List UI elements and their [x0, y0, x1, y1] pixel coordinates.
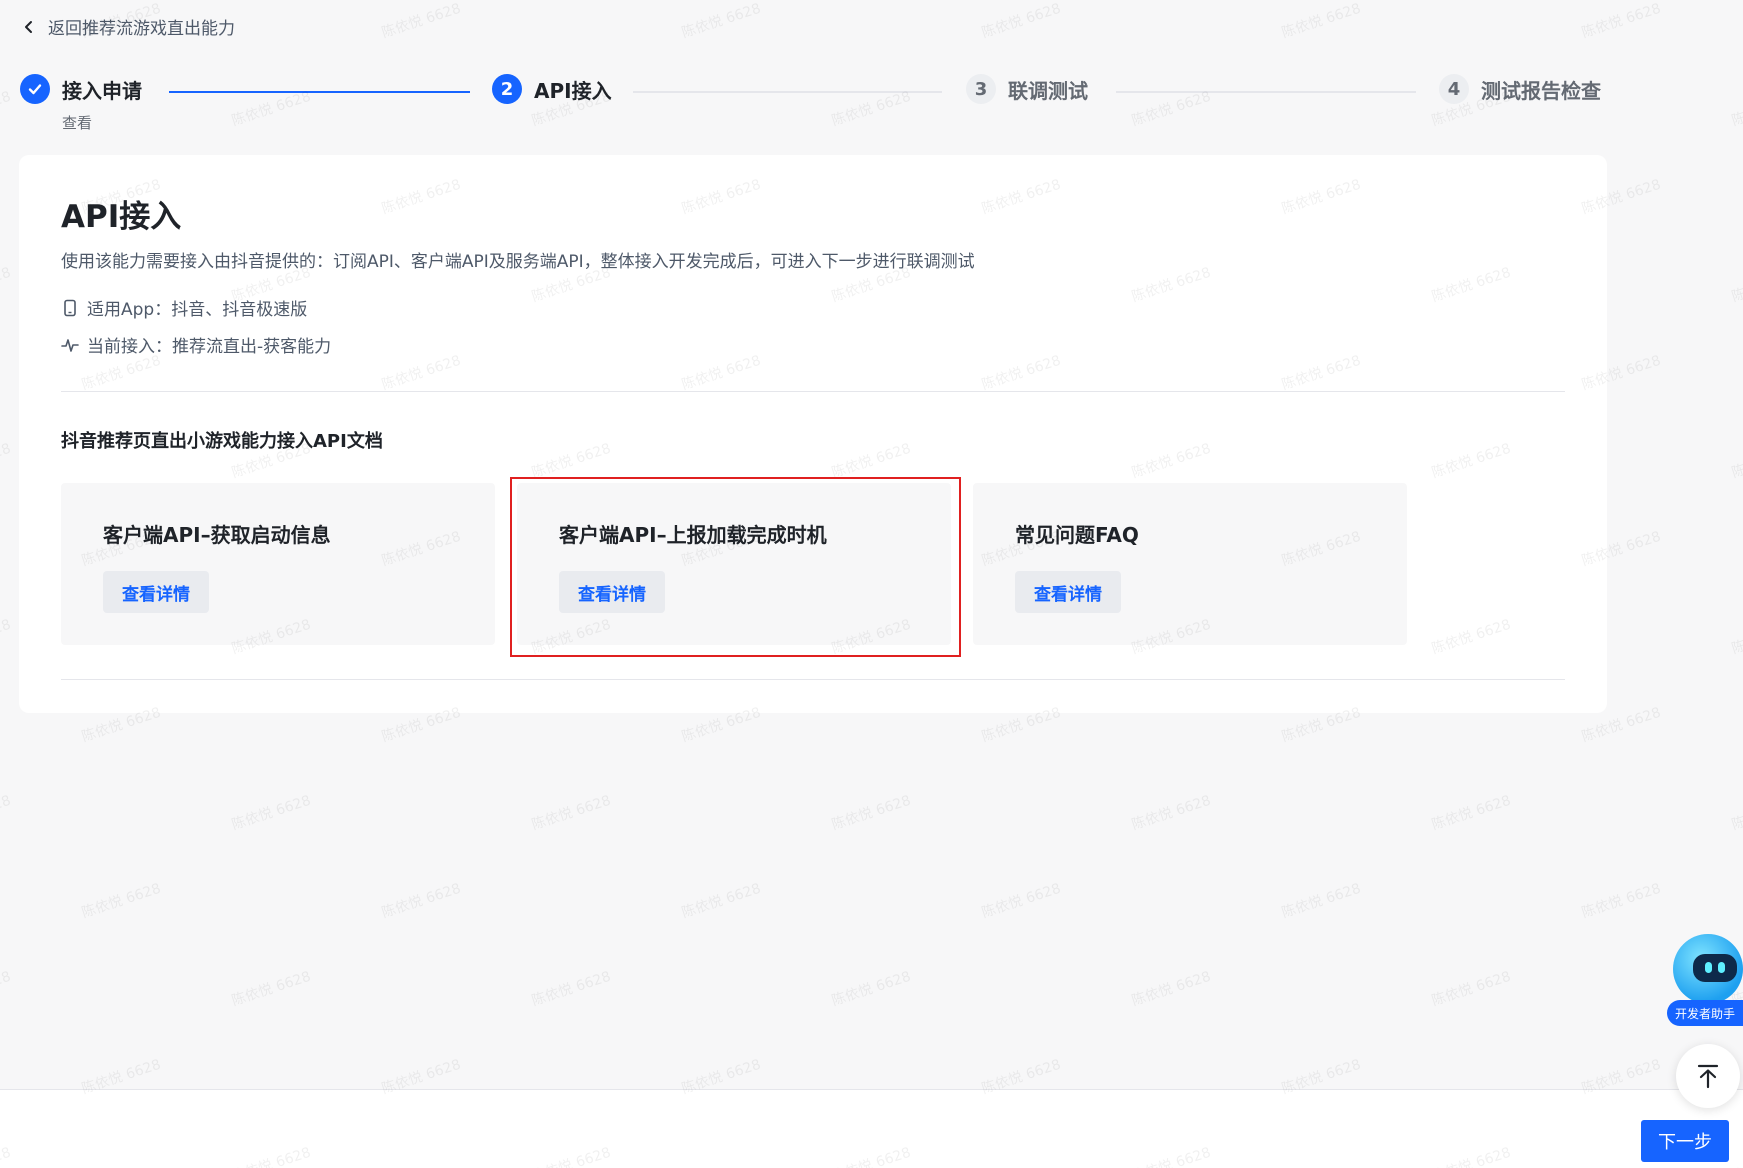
watermark-text: 陈依悦 6628: [979, 880, 1063, 922]
step-api[interactable]: 2 API接入: [492, 74, 612, 104]
developer-assistant[interactable]: 开发者助手: [1667, 934, 1743, 1026]
developer-assistant-label: 开发者助手: [1667, 1000, 1743, 1026]
step-connector: [1116, 91, 1416, 93]
view-details-button[interactable]: 查看详情: [103, 571, 209, 613]
apps-text: 适用App：抖音、抖音极速版: [87, 300, 308, 320]
step-number: 2: [492, 74, 522, 104]
doc-card: 客户端API–获取启动信息 查看详情: [61, 483, 495, 645]
watermark-text: 陈依悦 6628: [1729, 89, 1743, 130]
watermark-text: 陈依悦 6628: [1129, 792, 1213, 834]
next-step-button[interactable]: 下一步: [1641, 1120, 1729, 1162]
watermark-text: 陈依悦 6628: [829, 968, 913, 1010]
footer-bar: [0, 1089, 1743, 1168]
current-access-text: 当前接入：推荐流直出-获客能力: [87, 337, 332, 357]
step-debug[interactable]: 3 联调测试: [966, 74, 1088, 104]
watermark-text: 陈依悦 6628: [229, 792, 313, 834]
watermark-text: 陈依悦 6628: [0, 88, 13, 130]
api-access-card: API接入 使用该能力需要接入由抖音提供的：订阅API、客户端API及服务端AP…: [19, 155, 1607, 713]
watermark-text: 陈依悦 6628: [529, 792, 613, 834]
watermark-text: 陈依悦 6628: [1579, 0, 1663, 42]
watermark-text: 陈依悦 6628: [0, 968, 13, 1010]
chevron-left-icon: [25, 20, 32, 33]
watermark-text: 陈依悦 6628: [0, 264, 13, 306]
step-apply[interactable]: 接入申请: [20, 74, 142, 104]
watermark-text: 陈依悦 6628: [1129, 968, 1213, 1010]
apps-info: 适用App：抖音、抖音极速版: [61, 295, 307, 320]
robot-eye: [1705, 962, 1712, 973]
robot-eye: [1718, 962, 1725, 973]
watermark-text: 陈依悦 6628: [379, 880, 463, 922]
page-title: API接入: [61, 199, 182, 235]
step-label: 测试报告检查: [1481, 78, 1601, 103]
watermark-text: 陈依悦 6628: [979, 0, 1063, 42]
watermark-text: 陈依悦 6628: [1279, 880, 1363, 922]
step-label: 联调测试: [1008, 78, 1088, 103]
back-link-label: 返回推荐流游戏直出能力: [48, 19, 235, 39]
step-label: 接入申请: [62, 78, 142, 103]
watermark-text: 陈依悦 6628: [0, 792, 13, 834]
pulse-icon: [61, 338, 79, 352]
back-link[interactable]: 返回推荐流游戏直出能力: [22, 14, 235, 39]
doc-title: 客户端API–上报加载完成时机: [559, 523, 827, 547]
watermark-text: 陈依悦 6628: [679, 0, 763, 42]
doc-title: 常见问题FAQ: [1015, 523, 1139, 547]
view-details-button[interactable]: 查看详情: [1015, 571, 1121, 613]
watermark-text: 陈依悦 6628: [829, 792, 913, 834]
step-number: 4: [1439, 74, 1469, 104]
watermark-text: 陈依悦 6628: [0, 616, 13, 658]
watermark-text: 陈依悦 6628: [1429, 968, 1513, 1010]
view-details-button[interactable]: 查看详情: [559, 571, 665, 613]
check-icon: [20, 74, 50, 104]
watermark-text: 陈依悦 6628: [1279, 0, 1363, 42]
watermark-text: 陈依悦 6628: [1429, 792, 1513, 834]
step-report[interactable]: 4 测试报告检查: [1439, 74, 1601, 104]
watermark-text: 陈依悦 6628: [1729, 265, 1743, 306]
watermark-text: 陈依悦 6628: [1579, 880, 1663, 922]
watermark-text: 陈依悦 6628: [0, 440, 13, 482]
doc-card: 常见问题FAQ 查看详情: [973, 483, 1407, 645]
watermark-text: 陈依悦 6628: [1729, 617, 1743, 658]
divider: [61, 391, 1565, 392]
watermark-text: 陈依悦 6628: [1729, 441, 1743, 482]
robot-face: [1693, 954, 1737, 982]
divider: [61, 679, 1565, 680]
back-to-top-button[interactable]: [1676, 1044, 1740, 1108]
robot-icon: [1673, 934, 1743, 1004]
watermark-text: 陈依悦 6628: [379, 0, 463, 42]
watermark-text: 陈依悦 6628: [79, 880, 163, 922]
doc-card: 客户端API–上报加载完成时机 查看详情: [517, 483, 951, 645]
current-access-info: 当前接入：推荐流直出-获客能力: [61, 332, 331, 357]
watermark-text: 陈依悦 6628: [229, 968, 313, 1010]
step-apply-view-link[interactable]: 查看: [62, 112, 92, 133]
description: 使用该能力需要接入由抖音提供的：订阅API、客户端API及服务端API，整体接入…: [61, 252, 975, 272]
page: 返回推荐流游戏直出能力 接入申请 查看 2 API接入 3 联调测试 4 测试报…: [0, 0, 1743, 1168]
step-number: 3: [966, 74, 996, 104]
step-connector: [169, 91, 470, 93]
section-title: 抖音推荐页直出小游戏能力接入API文档: [61, 431, 383, 452]
watermark-text: 陈依悦 6628: [529, 968, 613, 1010]
watermark-text: 陈依悦 6628: [1729, 793, 1743, 834]
doc-title: 客户端API–获取启动信息: [103, 523, 331, 547]
watermark-text: 陈依悦 6628: [679, 880, 763, 922]
arrow-up-to-top-icon: [1697, 1064, 1719, 1089]
phone-icon: [64, 299, 76, 316]
step-label: API接入: [534, 78, 612, 103]
step-connector: [633, 91, 942, 93]
